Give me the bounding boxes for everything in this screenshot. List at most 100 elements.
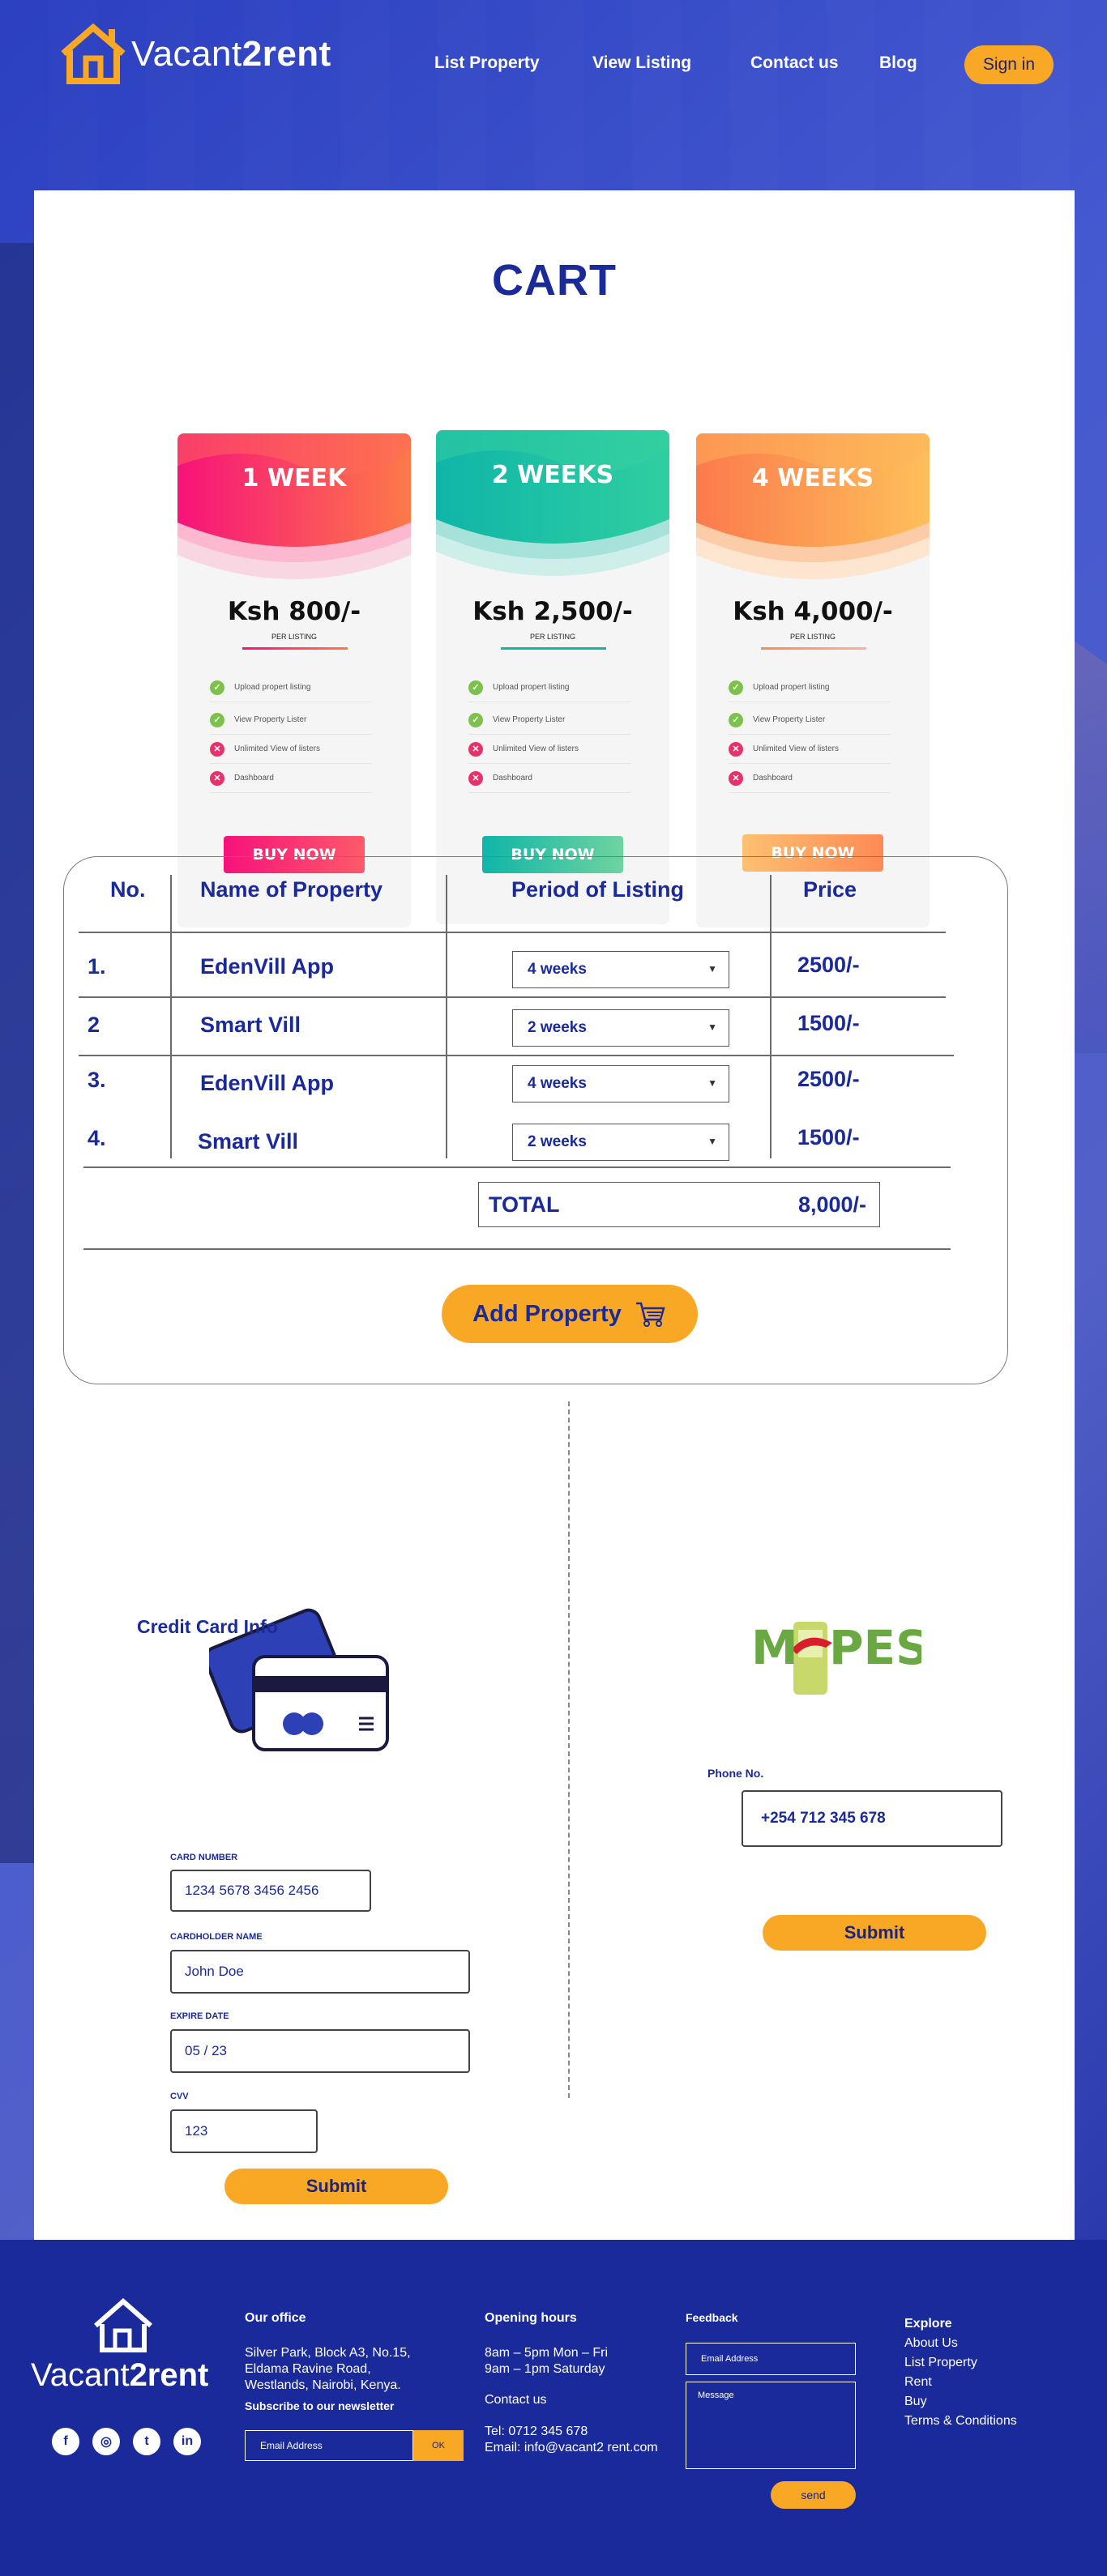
cross-icon: ✕ (210, 770, 224, 786)
total-value: 8,000/- (797, 1192, 866, 1217)
credit-card-submit-button[interactable]: Submit (224, 2169, 448, 2204)
plan-card-2-weeks: 2 WEEKS Ksh 2,500/- PER LISTING ✓ Upload … (436, 430, 669, 924)
footer-link-about-us[interactable]: About Us (904, 2336, 958, 2351)
cart-table: No. Name of Property Period of Listing P… (63, 856, 1008, 1384)
expire-date-input[interactable]: 05 / 23 (170, 2029, 470, 2073)
price-underline (501, 647, 606, 650)
price-underline (242, 647, 348, 650)
linkedin-icon[interactable]: in (173, 2428, 201, 2455)
period-select[interactable]: 4 weeks ▼ (512, 951, 729, 988)
office-title: Our office (245, 2311, 306, 2325)
office-address-line: Silver Park, Block A3, No.15, (245, 2346, 411, 2360)
row-property-name: Smart Vill (198, 1129, 299, 1154)
dropdown-arrow-icon: ▼ (707, 963, 717, 975)
plan-feature: ✕ Unlimited View of listers (468, 735, 630, 764)
instagram-icon[interactable]: ◎ (92, 2428, 120, 2455)
period-select[interactable]: 4 weeks ▼ (512, 1065, 729, 1102)
feedback-title: Feedback (686, 2311, 738, 2324)
cross-icon: ✕ (729, 741, 743, 757)
card-number-input[interactable]: 1234 5678 3456 2456 (170, 1870, 371, 1912)
plan-per-listing: PER LISTING (789, 633, 836, 641)
plan-feature: ✕ Unlimited View of listers (210, 735, 372, 764)
plan-title: 1 WEEK (241, 464, 347, 493)
mpesa-logo: M PESA (751, 1612, 966, 1701)
cvv-label: CVV (170, 2092, 189, 2101)
feedback-email-input[interactable]: Email Address (686, 2343, 856, 2375)
row-no: 2 (88, 1013, 100, 1037)
mpesa-submit-button[interactable]: Submit (763, 1915, 986, 1951)
period-select[interactable]: 2 weeks ▼ (512, 1009, 729, 1047)
row-price: 1500/- (797, 1125, 860, 1149)
footer-link-list-property[interactable]: List Property (904, 2356, 977, 2370)
sign-in-button[interactable]: Sign in (964, 45, 1054, 84)
plan-card-4-weeks: 4 WEEKS Ksh 4,000/- PER LISTING ✓ Upload … (696, 433, 930, 928)
dropdown-arrow-icon: ▼ (707, 1077, 717, 1089)
svg-text:M: M (751, 1620, 798, 1675)
credit-card-title: Credit Card Info (137, 1616, 278, 1637)
column-header-period: Period of Listing (511, 877, 684, 902)
check-icon: ✓ (210, 680, 224, 695)
plan-feature: ✕ Dashboard (210, 764, 372, 793)
office-address-line: Westlands, Nairobi, Kenya. (245, 2378, 401, 2392)
row-property-name: EdenVill App (200, 1071, 335, 1095)
column-divider (170, 875, 172, 1158)
check-icon: ✓ (210, 712, 224, 727)
newsletter-ok-button[interactable]: OK (413, 2430, 464, 2461)
plan-feature: ✕ Unlimited View of listers (729, 735, 891, 764)
footer-link-rent[interactable]: Rent (904, 2375, 932, 2390)
plan-card-header-wave (177, 433, 411, 579)
column-header-name: Name of Property (200, 877, 383, 902)
total-box: TOTAL 8,000/- (478, 1182, 880, 1227)
plan-card-1-week: 1 WEEK Ksh 800/- PER LISTING ✓ Upload pro… (177, 433, 411, 928)
site-header: Vacant2rent List Property View Listing C… (0, 0, 1107, 130)
feedback-send-button[interactable]: send (771, 2481, 856, 2509)
nav-view-listing[interactable]: View Listing (592, 53, 691, 73)
contact-tel: Tel: 0712 345 678 (485, 2425, 588, 2438)
facebook-icon[interactable]: f (52, 2428, 79, 2455)
opening-hours-title: Opening hours (485, 2311, 577, 2325)
plan-price: Ksh 800/- (227, 597, 361, 626)
background-house-image-left (0, 243, 34, 1863)
footer-link-buy[interactable]: Buy (904, 2395, 927, 2409)
row-price: 2500/- (797, 1067, 860, 1091)
phone-number-input[interactable]: +254 712 345 678 (742, 1790, 1002, 1847)
brand-logo[interactable]: Vacant2rent (58, 21, 331, 87)
plan-feature: ✓ View Property Lister (729, 706, 891, 735)
plan-title: 2 WEEKS (491, 461, 614, 489)
dropdown-arrow-icon: ▼ (707, 1021, 717, 1033)
cardholder-name-input[interactable]: John Doe (170, 1950, 470, 1994)
card-number-label: CARD NUMBER (170, 1853, 238, 1862)
row-price: 1500/- (797, 1011, 860, 1035)
plan-feature: ✓ View Property Lister (210, 706, 372, 735)
plan-card-header-wave (696, 433, 930, 579)
column-header-price: Price (803, 877, 857, 902)
plan-card-header-wave (436, 430, 669, 576)
opening-hours-line: 9am – 1pm Saturday (485, 2362, 605, 2376)
row-divider (79, 996, 946, 998)
add-property-button[interactable]: Add Property (442, 1285, 698, 1343)
period-select[interactable]: 2 weeks ▼ (512, 1124, 729, 1161)
twitter-icon[interactable]: t (133, 2428, 160, 2455)
cvv-input[interactable]: 123 (170, 2109, 318, 2153)
feedback-message-input[interactable]: Message (686, 2382, 856, 2469)
row-no: 3. (88, 1068, 106, 1092)
plan-price: Ksh 2,500/- (472, 597, 633, 626)
cross-icon: ✕ (210, 741, 224, 757)
payment-divider (568, 1401, 570, 2098)
footer-link-terms[interactable]: Terms & Conditions (904, 2414, 1017, 2429)
plan-feature: ✓ View Property Lister (468, 706, 630, 735)
nav-contact-us[interactable]: Contact us (750, 53, 839, 73)
contact-us-link[interactable]: Contact us (485, 2392, 546, 2408)
newsletter-email-input[interactable]: Email Address (245, 2430, 413, 2461)
row-divider (79, 1055, 954, 1056)
nav-blog[interactable]: Blog (879, 53, 917, 73)
price-underline (761, 647, 866, 650)
expire-date-label: EXPIRE DATE (170, 2011, 229, 2021)
row-property-name: EdenVill App (200, 954, 335, 979)
newsletter-title: Subscribe to our newsletter (245, 2399, 395, 2412)
nav-list-property[interactable]: List Property (434, 53, 540, 73)
plan-feature: ✕ Dashboard (729, 764, 891, 793)
cardholder-name-label: CARDHOLDER NAME (170, 1932, 263, 1942)
column-divider (446, 875, 447, 1158)
total-label: TOTAL (489, 1192, 560, 1217)
